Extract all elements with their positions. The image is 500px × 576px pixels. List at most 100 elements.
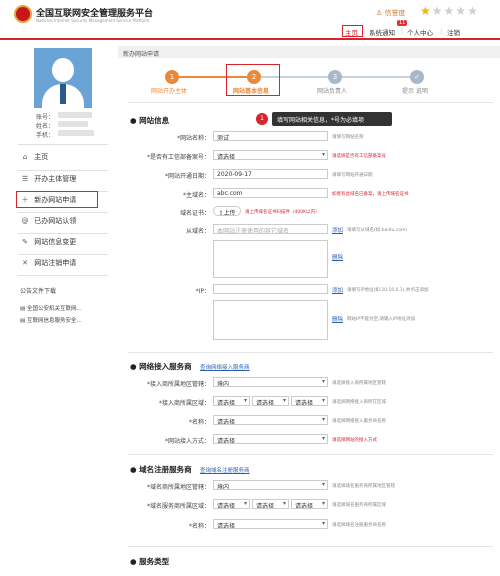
step-1: 1 xyxy=(165,70,179,84)
star-icon: ★ xyxy=(431,4,444,18)
star-icon: ★ xyxy=(455,4,468,18)
home-icon: ⌂ xyxy=(22,153,28,161)
nav-logout[interactable]: 注销 xyxy=(447,27,460,37)
divider xyxy=(18,170,108,171)
avatar xyxy=(34,48,92,108)
subdomain-add-link[interactable]: 添加 xyxy=(332,226,343,234)
nav-sep: | xyxy=(363,27,366,35)
access-name-select[interactable]: 请选择 xyxy=(213,415,328,425)
site-subtitle: National Internet Security Management Se… xyxy=(36,18,150,23)
section-site-info: ● 网站信息 xyxy=(130,116,170,125)
open-date-label: *网站开通日期： xyxy=(164,173,210,180)
reg-loc-hint: 请选择域名服务商所属地区管辖 xyxy=(332,484,395,489)
access-mode-label: *网站接入方式： xyxy=(164,438,210,445)
access-loc-hint: 请选择接入商所属地区管辖 xyxy=(332,381,386,386)
site-name-hint: 请填写网站名称 xyxy=(332,135,364,140)
nav-profile[interactable]: 个人中心 xyxy=(407,27,433,37)
step-4: ✓ xyxy=(410,70,424,84)
nav-sep: | xyxy=(440,27,443,35)
cert-label: 域名证书： xyxy=(179,210,210,217)
step-3-label: 网站负责人 xyxy=(317,88,348,95)
access-district-select[interactable]: 请选择 xyxy=(291,396,328,406)
section-service-type: ● 服务类型 xyxy=(130,557,170,566)
header-divider xyxy=(0,38,500,40)
close-icon: ✕ xyxy=(22,259,28,267)
account-label: 账号： xyxy=(36,114,55,121)
access-area-label: *接入商所属区域： xyxy=(158,400,210,407)
divider xyxy=(18,254,108,255)
phone-label: 手机： xyxy=(36,132,55,139)
site-name-label: *网站名称： xyxy=(176,135,210,142)
page-title: 新办网站申请 xyxy=(118,46,500,58)
access-city-select[interactable]: 请选择 xyxy=(252,396,289,406)
section-access: ● 网络接入服务商 xyxy=(130,362,192,371)
main-panel: 新办网站申请 1 2 3 ✓ 网站开办主体 网站基本信息 网站负责人 提示 说明… xyxy=(118,46,500,576)
reputation-label: ♙ 信誉度 xyxy=(376,9,406,17)
avatar-tie xyxy=(60,84,66,104)
reg-province-select[interactable]: 请选择 xyxy=(213,499,250,509)
ip-input[interactable] xyxy=(213,284,328,294)
access-loc-select[interactable]: 境内 xyxy=(213,377,328,387)
reg-loc-select[interactable]: 境内 xyxy=(213,480,328,490)
subdomain-delete-link[interactable]: 删除 xyxy=(332,253,343,261)
upload-button[interactable]: ⇧上传 xyxy=(213,206,241,216)
domain-hint: 如者有此域名已备案，请上传域名证书 xyxy=(332,192,409,197)
step-4-label: 提示 说明 xyxy=(402,88,428,95)
highlight-current-step xyxy=(226,64,280,96)
divider xyxy=(18,144,108,145)
access-mode-select[interactable]: 请选择 xyxy=(213,434,328,444)
nav-sep: | xyxy=(401,27,404,35)
access-query-link[interactable]: 查询网络接入服务商 xyxy=(200,363,250,371)
subdomain-list[interactable] xyxy=(213,240,328,278)
open-date-hint: 请填写网站开通日期 xyxy=(332,173,373,178)
record-select[interactable]: 请选择 xyxy=(213,150,328,160)
reg-name-select[interactable]: 请选择 xyxy=(213,519,328,529)
divider xyxy=(18,275,108,276)
reg-name-hint: 请选择域名注册服务商名称 xyxy=(332,523,386,528)
reg-area-hint: 请选择域名服务商所属区域 xyxy=(332,503,386,508)
highlight-new-site xyxy=(16,191,98,208)
ip-hint-2: 网站IP不能为空,请输入IP地址添加 xyxy=(347,317,416,322)
subdomain-hint: 请填写从域名(如:baidu.com) xyxy=(347,228,408,233)
star-icon: ★ xyxy=(443,4,456,18)
sidebar-item-home[interactable]: ⌂ 主页 xyxy=(18,152,108,172)
reg-district-select[interactable]: 请选择 xyxy=(291,499,328,509)
reg-area-label: *域名服务商所属区域： xyxy=(146,503,210,510)
reputation-stars: ★★★★★ xyxy=(420,4,479,18)
registrar-query-link[interactable]: 查询域名注册服务商 xyxy=(200,466,250,474)
step-3: 3 xyxy=(328,70,342,84)
at-icon: @ xyxy=(21,217,29,225)
nav-notifications[interactable]: 系统通知 xyxy=(369,27,395,37)
step-1-label: 网站开办主体 xyxy=(151,88,188,95)
list-icon: ☰ xyxy=(21,175,29,183)
top-header: 全国互联网安全管理服务平台 National Internet Security… xyxy=(0,0,500,38)
reg-city-select[interactable]: 请选择 xyxy=(252,499,289,509)
highlight-home xyxy=(342,25,363,37)
cert-hint: 请上传域名证书扫描件（400K以内） xyxy=(245,210,320,215)
name-value-redacted xyxy=(58,121,88,127)
open-date-input[interactable]: 2020-09-17 xyxy=(213,169,328,179)
edit-icon: ✎ xyxy=(22,238,28,246)
record-label: *是否有工信部备案号： xyxy=(146,154,210,161)
ip-add-link[interactable]: 添加 xyxy=(332,286,343,294)
reg-name-label: *名称： xyxy=(188,523,210,530)
star-icon: ★ xyxy=(467,4,479,18)
domain-input[interactable]: abc.com xyxy=(213,188,328,198)
access-province-select[interactable]: 请选择 xyxy=(213,396,250,406)
ip-label: *IP： xyxy=(195,288,210,295)
phone-value-redacted xyxy=(58,130,94,136)
divider xyxy=(128,102,493,103)
divider xyxy=(128,454,493,455)
subdomain-input[interactable]: 本网站注册使用的其它域名 xyxy=(213,224,328,234)
access-name-hint: 请选择网络接入服务商名称 xyxy=(332,419,386,424)
access-name-label: *名称： xyxy=(188,419,210,426)
star-icon: ★ xyxy=(420,4,432,18)
ip-delete-link[interactable]: 删除 xyxy=(332,315,343,323)
doc-icon: ▤ xyxy=(20,318,26,324)
divider xyxy=(18,212,108,213)
site-name-input[interactable]: 测试 xyxy=(213,131,328,141)
downloads-title: 公告文件下载 xyxy=(20,288,57,295)
ip-list[interactable] xyxy=(213,300,328,340)
download-link[interactable]: ▤ 互联网信息服务安全... xyxy=(20,316,82,324)
download-link[interactable]: ▤ 全国公安机关互联网... xyxy=(20,304,82,312)
